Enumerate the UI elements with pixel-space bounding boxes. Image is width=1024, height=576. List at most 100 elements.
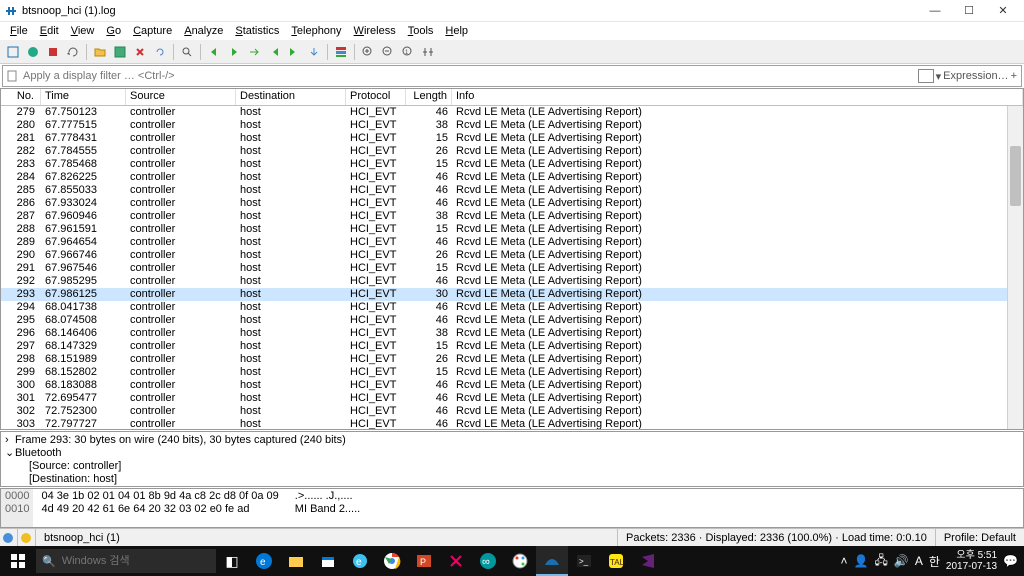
zoom-in-button[interactable] bbox=[359, 43, 377, 61]
save-button[interactable] bbox=[111, 43, 129, 61]
tray-chevron-icon[interactable]: ˄ bbox=[841, 554, 848, 568]
tray-clock[interactable]: 오후 5:51 2017-07-13 bbox=[946, 550, 997, 572]
packet-row[interactable]: 30068.183088controllerhostHCI_EVT46Rcvd … bbox=[1, 379, 1023, 392]
column-header-destination[interactable]: Destination bbox=[236, 89, 346, 105]
column-header-info[interactable]: Info bbox=[452, 89, 1023, 105]
find-button[interactable] bbox=[178, 43, 196, 61]
toolbar-button[interactable] bbox=[4, 43, 22, 61]
packet-row[interactable]: 28667.933024controllerhostHCI_EVT46Rcvd … bbox=[1, 197, 1023, 210]
filter-apply-button[interactable] bbox=[918, 69, 934, 83]
hex-bytes[interactable]: 04 3e 1b 02 01 04 01 8b 9d 4a c8 2c d8 0… bbox=[33, 489, 286, 527]
packet-row[interactable]: 29668.146406controllerhostHCI_EVT38Rcvd … bbox=[1, 327, 1023, 340]
status-ready-icon[interactable] bbox=[0, 529, 18, 546]
column-header-no[interactable]: No. bbox=[1, 89, 41, 105]
go-first-button[interactable] bbox=[265, 43, 283, 61]
menu-statistics[interactable]: Statistics bbox=[229, 24, 285, 38]
packet-row[interactable]: 28167.778431controllerhostHCI_EVT15Rcvd … bbox=[1, 132, 1023, 145]
taskbar-app-wireshark[interactable] bbox=[536, 546, 568, 576]
status-profile[interactable]: Profile: Default bbox=[936, 529, 1024, 546]
packet-list-header[interactable]: No. Time Source Destination Protocol Len… bbox=[1, 89, 1023, 106]
taskbar-app-store[interactable] bbox=[312, 546, 344, 576]
packet-row[interactable]: 30172.695477controllerhostHCI_EVT46Rcvd … bbox=[1, 392, 1023, 405]
detail-source[interactable]: [Source: controller] bbox=[29, 460, 121, 472]
system-tray[interactable]: ˄ 👤 🖧 🔊 A 한 오후 5:51 2017-07-13 💬 bbox=[835, 550, 1024, 572]
packet-row[interactable]: 29367.986125controllerhostHCI_EVT30Rcvd … bbox=[1, 288, 1023, 301]
open-button[interactable] bbox=[91, 43, 109, 61]
taskbar-app-explorer[interactable] bbox=[280, 546, 312, 576]
packet-row[interactable]: 29468.041738controllerhostHCI_EVT46Rcvd … bbox=[1, 301, 1023, 314]
packet-row[interactable]: 28867.961591controllerhostHCI_EVT15Rcvd … bbox=[1, 223, 1023, 236]
zoom-reset-button[interactable]: 1 bbox=[399, 43, 417, 61]
packet-row[interactable]: 29067.966746controllerhostHCI_EVT26Rcvd … bbox=[1, 249, 1023, 262]
packet-bytes-pane[interactable]: 00000010 04 3e 1b 02 01 04 01 8b 9d 4a c… bbox=[0, 488, 1024, 528]
toolbar-button[interactable] bbox=[64, 43, 82, 61]
reload-button[interactable] bbox=[151, 43, 169, 61]
taskbar-app-terminal[interactable]: >_ bbox=[568, 546, 600, 576]
expression-button[interactable]: Expression… bbox=[943, 70, 1008, 82]
zoom-out-button[interactable] bbox=[379, 43, 397, 61]
menu-edit[interactable]: Edit bbox=[34, 24, 65, 38]
menu-go[interactable]: Go bbox=[100, 24, 127, 38]
column-header-length[interactable]: Length bbox=[406, 89, 452, 105]
menu-capture[interactable]: Capture bbox=[127, 24, 178, 38]
colorize-button[interactable] bbox=[332, 43, 350, 61]
go-forward-button[interactable] bbox=[225, 43, 243, 61]
taskbar-app-powerpoint[interactable]: P bbox=[408, 546, 440, 576]
packet-row[interactable]: 29167.967546controllerhostHCI_EVT15Rcvd … bbox=[1, 262, 1023, 275]
tray-network-icon[interactable]: 🖧 bbox=[874, 551, 887, 572]
menu-help[interactable]: Help bbox=[439, 24, 474, 38]
packet-row[interactable]: 28967.964654controllerhostHCI_EVT46Rcvd … bbox=[1, 236, 1023, 249]
tree-expand-icon[interactable]: ⌄ bbox=[5, 447, 15, 460]
toolbar-button[interactable] bbox=[24, 43, 42, 61]
packet-list-body[interactable]: 27967.750123controllerhostHCI_EVT46Rcvd … bbox=[1, 106, 1023, 429]
tray-people-icon[interactable]: 👤 bbox=[854, 554, 869, 568]
packet-row[interactable]: 29267.985295controllerhostHCI_EVT46Rcvd … bbox=[1, 275, 1023, 288]
packet-row[interactable]: 30372.797727controllerhostHCI_EVT46Rcvd … bbox=[1, 418, 1023, 429]
menu-view[interactable]: View bbox=[65, 24, 101, 38]
packet-row[interactable]: 27967.750123controllerhostHCI_EVT46Rcvd … bbox=[1, 106, 1023, 119]
filter-add-button[interactable]: + bbox=[1011, 70, 1017, 82]
minimize-button[interactable]: — bbox=[918, 1, 952, 21]
taskbar-app-kakaotalk[interactable]: TALK bbox=[600, 546, 632, 576]
packet-details-pane[interactable]: ›Frame 293: 30 bytes on wire (240 bits),… bbox=[0, 431, 1024, 487]
detail-destination[interactable]: [Destination: host] bbox=[29, 473, 117, 485]
packet-row[interactable]: 29868.151989controllerhostHCI_EVT26Rcvd … bbox=[1, 353, 1023, 366]
menu-wireless[interactable]: Wireless bbox=[348, 24, 402, 38]
menu-telephony[interactable]: Telephony bbox=[285, 24, 347, 38]
maximize-button[interactable]: ☐ bbox=[952, 1, 986, 21]
packet-row[interactable]: 29568.074508controllerhostHCI_EVT46Rcvd … bbox=[1, 314, 1023, 327]
menu-tools[interactable]: Tools bbox=[402, 24, 440, 38]
menu-analyze[interactable]: Analyze bbox=[178, 24, 229, 38]
packet-row[interactable]: 30272.752300controllerhostHCI_EVT46Rcvd … bbox=[1, 405, 1023, 418]
packet-row[interactable]: 28567.855033controllerhostHCI_EVT46Rcvd … bbox=[1, 184, 1023, 197]
packet-row[interactable]: 28367.785468controllerhostHCI_EVT15Rcvd … bbox=[1, 158, 1023, 171]
auto-scroll-button[interactable] bbox=[305, 43, 323, 61]
packet-row[interactable]: 28767.960946controllerhostHCI_EVT38Rcvd … bbox=[1, 210, 1023, 223]
taskbar-app-vs[interactable] bbox=[632, 546, 664, 576]
packet-row[interactable]: 29968.152802controllerhostHCI_EVT15Rcvd … bbox=[1, 366, 1023, 379]
scrollbar-vertical[interactable] bbox=[1007, 106, 1023, 429]
close-button[interactable]: ✕ bbox=[986, 1, 1020, 21]
tree-collapse-icon[interactable]: › bbox=[5, 434, 15, 447]
column-header-time[interactable]: Time bbox=[41, 89, 126, 105]
go-back-button[interactable] bbox=[205, 43, 223, 61]
packet-row[interactable]: 28067.777515controllerhostHCI_EVT38Rcvd … bbox=[1, 119, 1023, 132]
status-file[interactable]: btsnoop_hci (1) bbox=[36, 529, 618, 546]
scrollbar-thumb[interactable] bbox=[1010, 146, 1021, 206]
bluetooth-node[interactable]: Bluetooth bbox=[15, 447, 61, 459]
resize-columns-button[interactable] bbox=[419, 43, 437, 61]
hex-ascii[interactable]: .>...... .J.,....MI Band 2..... bbox=[287, 489, 368, 527]
filter-bookmark-icon[interactable] bbox=[3, 70, 21, 82]
packet-row[interactable]: 29768.147329controllerhostHCI_EVT15Rcvd … bbox=[1, 340, 1023, 353]
close-file-button[interactable] bbox=[131, 43, 149, 61]
toolbar-button[interactable] bbox=[44, 43, 62, 61]
tray-volume-icon[interactable]: 🔊 bbox=[894, 554, 909, 568]
taskbar-app-chrome[interactable] bbox=[376, 546, 408, 576]
menu-file[interactable]: File bbox=[4, 24, 34, 38]
task-view-button[interactable]: ◧ bbox=[216, 546, 248, 576]
taskbar-app-paint[interactable] bbox=[504, 546, 536, 576]
packet-row[interactable]: 28467.826225controllerhostHCI_EVT46Rcvd … bbox=[1, 171, 1023, 184]
taskbar-app-arduino[interactable]: ∞ bbox=[472, 546, 504, 576]
taskbar-app-snip[interactable] bbox=[440, 546, 472, 576]
frame-summary[interactable]: Frame 293: 30 bytes on wire (240 bits), … bbox=[15, 434, 346, 446]
